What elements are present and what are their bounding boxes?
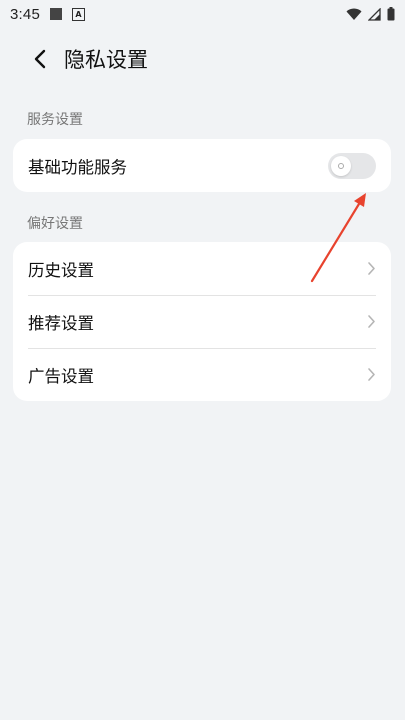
history-settings-row[interactable]: 历史设置 <box>13 242 391 295</box>
wifi-icon <box>346 8 362 20</box>
section-label-service: 服务设置 <box>27 112 83 128</box>
back-button[interactable] <box>20 39 60 79</box>
chevron-right-icon <box>367 314 376 329</box>
row-label: 基础功能服务 <box>28 157 127 177</box>
row-label: 历史设置 <box>28 260 94 280</box>
row-label: 推荐设置 <box>28 313 94 333</box>
chevron-left-icon <box>34 49 46 69</box>
basic-function-service-row: 基础功能服务 <box>13 139 391 192</box>
chevron-right-icon <box>367 261 376 276</box>
preference-settings-card: 历史设置 推荐设置 广告设置 <box>13 242 391 401</box>
ad-settings-row[interactable]: 广告设置 <box>13 348 391 401</box>
notification-square-icon <box>50 8 62 20</box>
page-title: 隐私设置 <box>64 48 148 72</box>
status-icons <box>346 7 395 21</box>
header: 隐私设置 <box>0 36 405 82</box>
status-bar: 3:45 A <box>0 0 405 28</box>
service-settings-card: 基础功能服务 <box>13 139 391 192</box>
toggle-knob <box>331 155 351 176</box>
signal-icon <box>368 7 381 21</box>
status-time: 3:45 <box>10 5 40 23</box>
chevron-right-icon <box>367 367 376 382</box>
recommendation-settings-row[interactable]: 推荐设置 <box>13 295 391 348</box>
toggle-off-dot-icon <box>338 162 344 169</box>
basic-function-service-toggle[interactable] <box>328 152 376 179</box>
battery-icon <box>387 7 395 21</box>
notification-a-icon: A <box>72 7 85 21</box>
section-label-preference: 偏好设置 <box>27 216 83 232</box>
row-label: 广告设置 <box>28 366 94 386</box>
